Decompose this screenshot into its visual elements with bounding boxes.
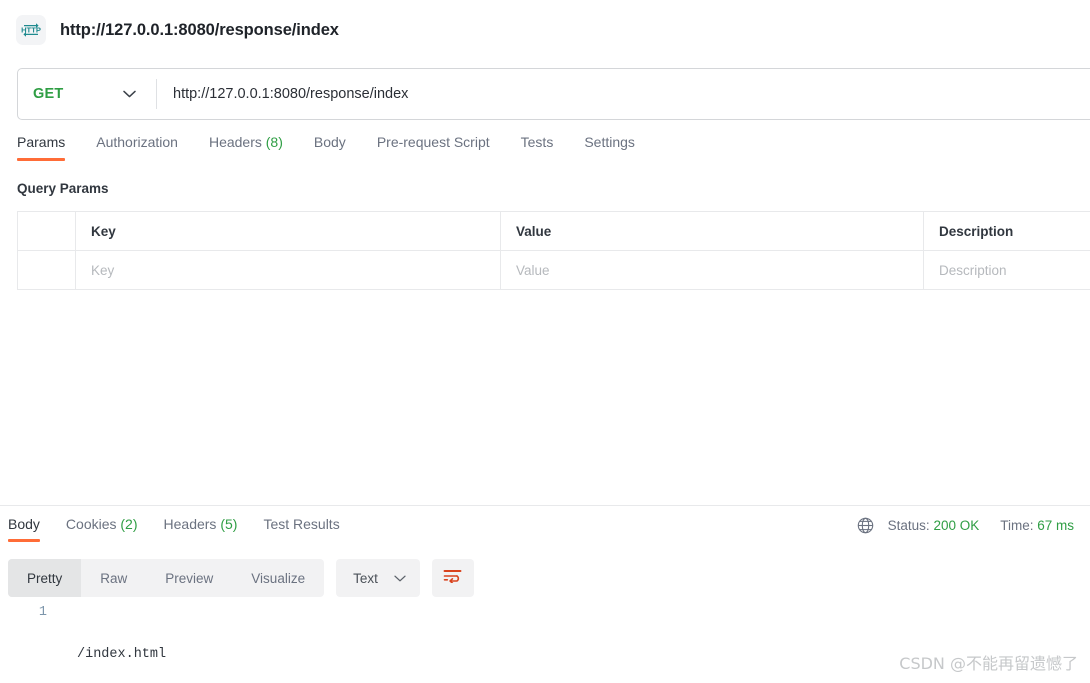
- tab-body[interactable]: Body: [314, 134, 346, 161]
- query-params-table: Key Value Description Key Value Descript…: [17, 211, 1090, 290]
- tab-settings-label: Settings: [584, 134, 635, 150]
- response-view-segmented-control: Pretty Raw Preview Visualize: [8, 559, 325, 597]
- row-value-input[interactable]: Value: [501, 251, 924, 289]
- tab-params-label: Params: [17, 134, 66, 150]
- header-select-all-cell[interactable]: [18, 212, 76, 250]
- status-badge: Status: 200 OK: [888, 518, 980, 533]
- tab-settings[interactable]: Settings: [584, 134, 635, 161]
- time-label: Time:: [1000, 518, 1034, 533]
- line-number: 1: [38, 605, 47, 620]
- tab-response-headers-count: (5): [220, 516, 238, 532]
- request-tabs: Params Authorization Headers (8) Body Pr…: [17, 134, 666, 168]
- request-url-input[interactable]: http://127.0.0.1:8080/response/index: [157, 69, 1090, 119]
- tab-response-cookies-count: (2): [120, 516, 138, 532]
- query-params-title: Query Params: [17, 181, 109, 196]
- response-type-select[interactable]: Text: [336, 559, 420, 597]
- word-wrap-button[interactable]: [431, 559, 474, 597]
- tab-pre-request-script[interactable]: Pre-request Script: [377, 134, 490, 161]
- word-wrap-icon: [443, 568, 462, 588]
- tab-authorization[interactable]: Authorization: [96, 134, 178, 161]
- table-header-row: Key Value Description: [18, 212, 1090, 251]
- pane-divider: [0, 505, 1090, 506]
- response-meta: Status: 200 OK Time: 67 ms: [857, 517, 1074, 534]
- view-preview-button[interactable]: Preview: [146, 559, 232, 597]
- tab-response-cookies[interactable]: Cookies (2): [66, 516, 138, 543]
- tab-pre-request-script-label: Pre-request Script: [376, 134, 490, 150]
- chevron-down-icon: [123, 90, 136, 98]
- response-type-value: Text: [353, 570, 378, 586]
- time-value: 67 ms: [1037, 518, 1074, 533]
- status-value: 200 OK: [933, 518, 980, 533]
- tab-headers-count: (8): [265, 134, 283, 150]
- header-key: Key: [76, 212, 501, 250]
- window-titlebar: HTTP http://127.0.0.1:8080/response/inde…: [0, 0, 1090, 60]
- tab-headers[interactable]: Headers (8): [209, 134, 283, 161]
- chevron-down-icon: [394, 575, 406, 582]
- header-description: Description: [939, 223, 1014, 239]
- http-method-label: GET: [33, 86, 64, 102]
- tab-body-label: Body: [313, 134, 346, 150]
- tab-response-cookies-label: Cookies: [65, 516, 121, 532]
- page-title: http://127.0.0.1:8080/response/index: [60, 20, 339, 39]
- tab-authorization-label: Authorization: [96, 134, 178, 150]
- postman-request-window: HTTP http://127.0.0.1:8080/response/inde…: [0, 0, 1090, 683]
- http-protocol-icon: HTTP: [16, 15, 46, 45]
- http-method-selector[interactable]: GET: [18, 69, 156, 119]
- tab-response-body-label: Body: [8, 516, 40, 532]
- row-checkbox-cell[interactable]: [18, 251, 76, 289]
- tab-params[interactable]: Params: [17, 134, 66, 161]
- tab-tests-label: Tests: [520, 134, 554, 150]
- view-visualize-button[interactable]: Visualize: [232, 559, 324, 597]
- view-pretty-button[interactable]: Pretty: [8, 559, 82, 597]
- row-key-input[interactable]: Key: [76, 251, 501, 289]
- tab-test-results-label: Test Results: [263, 516, 340, 532]
- tab-response-headers[interactable]: Headers (5): [164, 516, 238, 543]
- status-label: Status:: [887, 518, 930, 533]
- table-row: Key Value Description: [18, 251, 1090, 290]
- watermark: CSDN @不能再留遗憾了: [899, 654, 1078, 673]
- header-value: Value: [501, 212, 924, 250]
- tab-headers-label: Headers: [208, 134, 266, 150]
- request-url-bar: GET http://127.0.0.1:8080/response/index: [17, 68, 1090, 120]
- time-badge: Time: 67 ms: [1000, 518, 1074, 533]
- tab-test-results[interactable]: Test Results: [263, 516, 339, 543]
- view-raw-button[interactable]: Raw: [81, 559, 146, 597]
- response-tabs: Body Cookies (2) Headers (5) Test Result…: [8, 516, 366, 548]
- tab-tests[interactable]: Tests: [521, 134, 554, 161]
- row-description-input[interactable]: Description: [924, 251, 1090, 289]
- tab-response-body[interactable]: Body: [8, 516, 40, 543]
- svg-text:HTTP: HTTP: [21, 26, 41, 35]
- globe-icon[interactable]: [857, 517, 874, 534]
- line-number-gutter: 1: [0, 602, 56, 683]
- response-format-toolbar: Pretty Raw Preview Visualize Text: [8, 559, 474, 597]
- tab-response-headers-label: Headers: [163, 516, 221, 532]
